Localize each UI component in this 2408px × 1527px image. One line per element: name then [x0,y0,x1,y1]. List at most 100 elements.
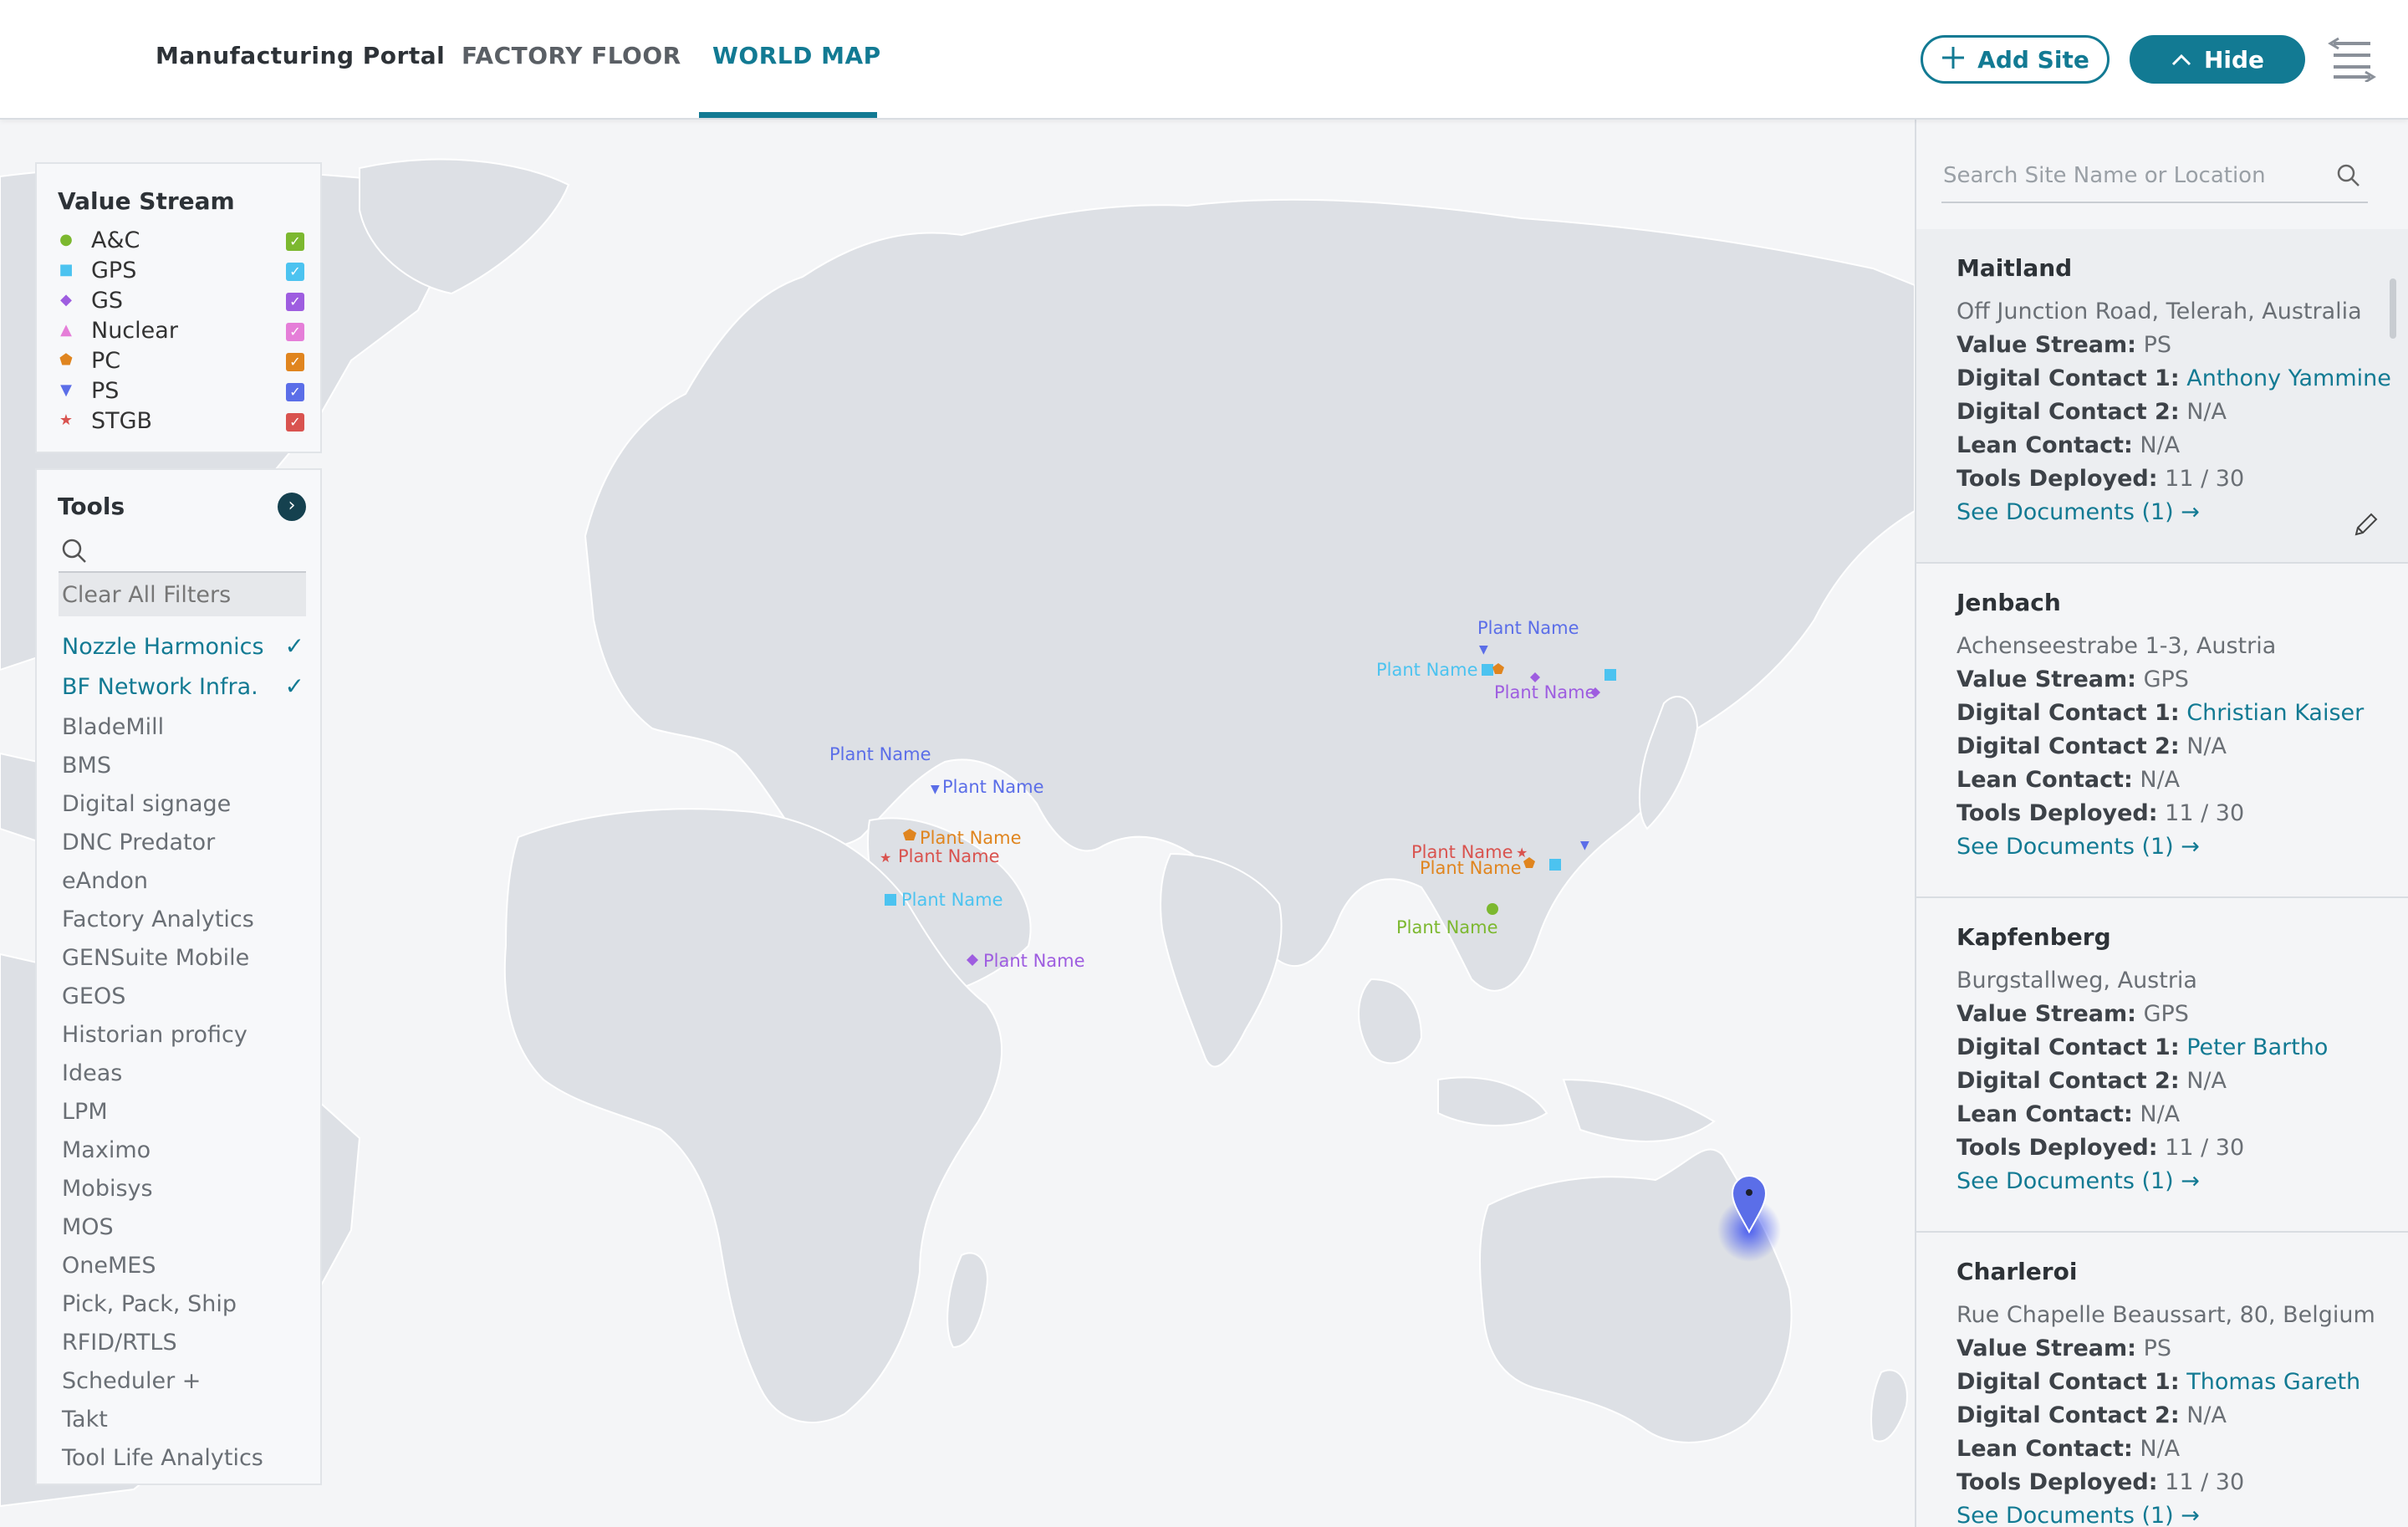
portal-brand-link[interactable]: Manufacturing Portal [156,42,445,69]
search-icon[interactable] [60,537,89,565]
value-stream-label: PC [91,348,121,374]
site-card-maitland[interactable]: Maitland Off Junction Road, Telerah, Aus… [1916,229,2408,564]
tool-item-rfid-rtls[interactable]: RFID/RTLS [62,1330,304,1356]
world-map[interactable]: Plant Name ▼ Plant Name Plant Name ★ Pla… [0,118,1915,1527]
tool-item-scheduler[interactable]: Scheduler + [62,1368,304,1394]
landmass-new-zealand [1870,1369,1908,1443]
contact-link[interactable]: Thomas Gareth [2186,1369,2360,1395]
checkmark-icon: ✓ [284,672,304,700]
site-address: Off Junction Road, Telerah, Australia [1956,299,2362,324]
contact-link[interactable]: Anthony Yammine [2186,365,2391,391]
search-icon[interactable] [2336,163,2361,188]
chevron-up-icon [2171,46,2192,73]
value-stream-item-gs[interactable]: ◆ GS ✓ [58,288,304,318]
value-stream-item-ac[interactable]: ● A&C ✓ [58,227,304,258]
tool-item-blademill[interactable]: BladeMill [62,714,304,740]
site-card-charleroi[interactable]: Charleroi Rue Chapelle Beaussart, 80, Be… [1916,1233,2408,1527]
ac-marker-icon[interactable] [1487,903,1498,915]
plant-label: Plant Name [942,777,1044,797]
clear-all-filters-button[interactable]: Clear All Filters [59,571,306,616]
site-value-stream: Value Stream: GPS [1956,666,2189,692]
sidebar-scrollbar[interactable] [2390,278,2396,339]
site-digital-contact-1: Digital Contact 1: Peter Bartho [1956,1034,2329,1060]
tool-item-factory-analytics[interactable]: Factory Analytics [62,906,304,932]
site-digital-contact-2: Digital Contact 2: N/A [1956,399,2227,425]
see-documents-link[interactable]: See Documents (1) → [1956,1168,2200,1194]
tool-item-geos[interactable]: GEOS [62,983,304,1009]
add-site-button[interactable]: Add Site [1921,35,2110,84]
landmass-madagascar [946,1252,988,1349]
tool-item-maximo[interactable]: Maximo [62,1137,304,1163]
tab-world-map[interactable]: WORLD MAP [712,42,881,69]
tool-item-mos[interactable]: MOS [62,1214,304,1240]
see-documents-link[interactable]: See Documents (1) → [1956,1503,2200,1527]
plant-label: Plant Name [1396,917,1498,937]
tool-item-tool-life-analytics[interactable]: Tool Life Analytics [62,1445,304,1471]
contact-link[interactable]: Christian Kaiser [2186,700,2364,726]
checkbox[interactable]: ✓ [286,353,304,371]
tool-item-takt[interactable]: Takt [62,1407,304,1433]
site-value-stream: Value Stream: PS [1956,1335,2171,1361]
site-digital-contact-1: Digital Contact 1: Anthony Yammine [1956,365,2391,391]
site-card-kapfenberg[interactable]: Kapfenberg Burgstallweg, Austria Value S… [1916,898,2408,1233]
star-marker-icon: ★ [59,411,74,429]
tool-item-digital-signage[interactable]: Digital signage [62,791,304,817]
stgb-marker-icon[interactable]: ★ [880,850,891,866]
contact-link[interactable]: Peter Bartho [2186,1034,2328,1060]
plant-label: Plant Name [829,744,931,764]
tool-item-onemes[interactable]: OneMES [62,1253,304,1279]
gps-marker-icon[interactable] [1482,664,1493,676]
site-lean-contact: Lean Contact: N/A [1956,432,2181,458]
tool-item-gensuite-mobile[interactable]: GENSuite Mobile [62,945,304,971]
tab-factory-floor[interactable]: FACTORY FLOOR [462,42,681,69]
tool-item-pick-pack-ship[interactable]: Pick, Pack, Ship [62,1291,304,1317]
checkbox[interactable]: ✓ [286,323,304,341]
ps-marker-icon[interactable]: ▼ [931,783,940,796]
landmass-india [1160,852,1283,1068]
value-stream-item-nuclear[interactable]: ▲ Nuclear ✓ [58,318,304,348]
tool-item-nozzle-harmonics[interactable]: Nozzle Harmonics ✓ [62,632,304,660]
chevron-right-icon[interactable]: › [278,493,306,521]
site-digital-contact-2: Digital Contact 2: N/A [1956,733,2227,759]
site-digital-contact-2: Digital Contact 2: N/A [1956,1068,2227,1094]
edit-pencil-icon[interactable] [2351,511,2380,539]
gps-marker-icon[interactable] [1604,669,1616,681]
tool-item-bf-network-infra[interactable]: BF Network Infra. ✓ [62,672,304,700]
tools-panel: Tools › Clear All Filters Nozzle Harmoni… [35,468,322,1485]
gps-marker-icon[interactable] [885,894,896,906]
value-stream-item-gps[interactable]: ■ GPS ✓ [58,258,304,288]
site-address: Rue Chapelle Beaussart, 80, Belgium [1956,1302,2375,1328]
ps-marker-icon[interactable]: ▼ [1580,839,1589,852]
ps-marker-icon[interactable]: ▼ [1479,643,1488,656]
tool-label: BF Network Infra. [62,674,258,700]
site-search-input[interactable] [1941,151,2313,200]
see-documents-link[interactable]: See Documents (1) → [1956,499,2200,525]
checkbox[interactable]: ✓ [286,263,304,281]
checkbox[interactable]: ✓ [286,232,304,251]
see-documents-link[interactable]: See Documents (1) → [1956,834,2200,860]
site-digital-contact-1: Digital Contact 1: Christian Kaiser [1956,700,2365,726]
site-value-stream: Value Stream: GPS [1956,1001,2189,1027]
site-card-jenbach[interactable]: Jenbach Achenseestrabe 1-3, Austria Valu… [1916,564,2408,898]
filter-menu-icon[interactable] [2327,37,2377,84]
value-stream-item-pc[interactable]: ⬟ PC ✓ [58,348,304,378]
checkbox[interactable]: ✓ [286,413,304,432]
tool-item-ideas[interactable]: Ideas [62,1060,304,1086]
tool-item-bms[interactable]: BMS [62,753,304,779]
value-stream-label: Nuclear [91,318,178,344]
tool-item-historian-proficy[interactable]: Historian proficy [62,1022,304,1048]
plus-icon [1941,45,1966,74]
tool-label: Nozzle Harmonics [62,634,264,660]
gps-marker-icon[interactable] [1549,859,1561,871]
plant-label: Plant Name [901,890,1003,910]
hide-button[interactable]: Hide [2130,35,2305,84]
tool-item-dnc-predator[interactable]: DNC Predator [62,830,304,855]
value-stream-item-stgb[interactable]: ★ STGB ✓ [58,408,304,438]
tool-item-eandon[interactable]: eAndon [62,868,304,894]
tool-item-mobisys[interactable]: Mobisys [62,1176,304,1202]
checkbox[interactable]: ✓ [286,293,304,311]
checkbox[interactable]: ✓ [286,383,304,401]
tool-item-lpm[interactable]: LPM [62,1099,304,1125]
value-stream-item-ps[interactable]: ▼ PS ✓ [58,378,304,408]
triangle-marker-icon: ▲ [60,321,72,339]
